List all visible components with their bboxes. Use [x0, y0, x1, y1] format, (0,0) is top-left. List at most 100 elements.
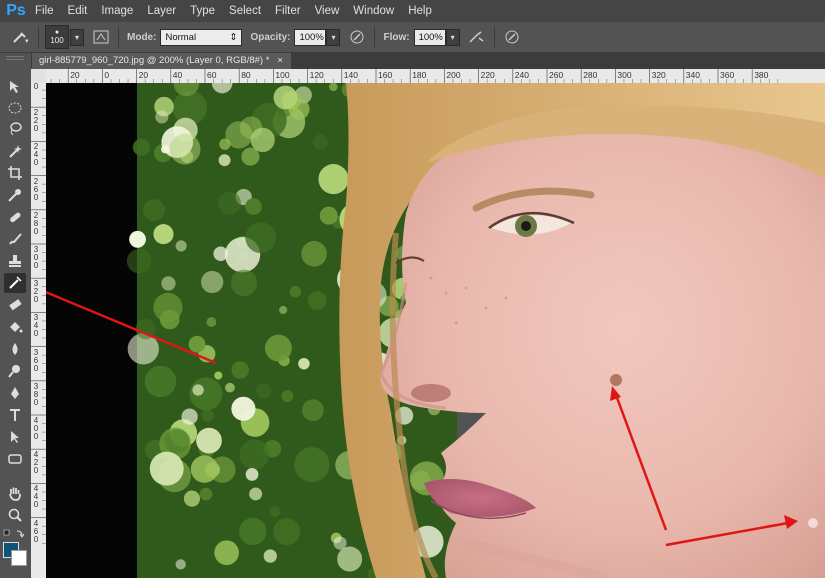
bokeh-highlight [273, 518, 301, 546]
flow-input[interactable]: 100% [413, 28, 446, 46]
background-color-swatch[interactable] [11, 550, 27, 566]
airbrush-button[interactable] [466, 27, 488, 47]
menu-file[interactable]: File [28, 5, 61, 17]
bokeh-highlight [269, 506, 281, 518]
menu-layer[interactable]: Layer [140, 5, 183, 17]
clone-stamp-tool[interactable] [4, 251, 26, 271]
flow-dropdown[interactable]: ▾ [445, 28, 460, 46]
tools-panel [0, 53, 32, 578]
mode-value: Normal [165, 31, 197, 43]
bokeh-highlight [206, 317, 217, 327]
ruler-h-label: 380 [754, 70, 769, 80]
menu-edit[interactable]: Edit [61, 5, 95, 17]
vertical-ruler[interactable]: 2 0 2 2 0 2 4 0 2 6 0 2 8 0 3 0 0 3 2 0 3 4 0 3 … [31, 83, 47, 578]
magic-wand-tool[interactable] [4, 141, 26, 161]
ruler-h-label: 320 [651, 70, 666, 80]
bokeh-highlight [153, 224, 174, 245]
menu-help[interactable]: Help [401, 5, 439, 17]
menu-view[interactable]: View [308, 5, 347, 17]
bokeh-highlight [245, 468, 259, 481]
bokeh-highlight [230, 269, 258, 297]
bokeh-highlight [312, 134, 328, 150]
document-tab[interactable]: girl-885779_960_720.jpg @ 200% (Layer 0,… [31, 53, 291, 69]
tool-preset-picker[interactable]: ▾ [10, 27, 32, 47]
ruler-h-label: 340 [685, 70, 700, 80]
close-tab-icon[interactable]: × [277, 53, 283, 69]
ruler-h-label: 180 [412, 70, 427, 80]
pen-tool[interactable] [4, 383, 26, 403]
rectangle-tool[interactable] [4, 449, 26, 469]
menu-type[interactable]: Type [183, 5, 222, 17]
path-selection-tool[interactable] [4, 427, 26, 447]
crop-tool[interactable] [4, 163, 26, 183]
ruler-v-label: 4 0 0 [33, 416, 39, 441]
menu-select[interactable]: Select [222, 5, 268, 17]
spot-healing-brush-tool[interactable] [4, 273, 26, 293]
opacity-dropdown[interactable]: ▾ [326, 28, 341, 46]
ruler-v-label: 4 4 0 [33, 484, 39, 510]
mode-select[interactable]: Normal ⇕ [160, 28, 243, 46]
paint-bucket-tool[interactable] [4, 317, 26, 337]
brush-panel-toggle[interactable] [90, 27, 112, 47]
eraser-tool[interactable] [4, 295, 26, 315]
blemish-spot [808, 518, 818, 528]
paint-bucket-icon [10, 322, 23, 333]
bokeh-highlight [264, 334, 292, 362]
hand-tool[interactable] [4, 483, 26, 503]
hand-icon [9, 487, 21, 501]
brush-tool[interactable] [4, 229, 26, 249]
ruler-h-label: 280 [583, 70, 598, 80]
opacity-input[interactable]: 100% [294, 28, 327, 46]
brush-size-dropdown[interactable]: ▾ [70, 28, 84, 46]
menu-window[interactable]: Window [346, 5, 401, 17]
bokeh-highlight [263, 549, 277, 563]
color-swatch-controls[interactable] [3, 527, 27, 539]
horizontal-ruler[interactable]: 4020020406080100120140160180200220240260… [46, 69, 825, 84]
pen-icon [11, 387, 19, 399]
ruler-v-label: 2 8 0 [33, 210, 39, 236]
ruler-v-label: 3 8 0 [33, 381, 39, 407]
healing-brush-tool[interactable] [4, 207, 26, 227]
bokeh-highlight [289, 285, 302, 298]
opacity-pressure-button[interactable] [346, 27, 368, 47]
bokeh-highlight [249, 487, 263, 501]
zoom-icon [8, 508, 22, 522]
menu-image[interactable]: Image [94, 5, 140, 17]
bokeh-highlight [225, 382, 235, 393]
bokeh-highlight [155, 110, 169, 124]
type-icon [10, 409, 20, 421]
move-tool[interactable] [4, 77, 26, 97]
marquee-tool[interactable] [4, 98, 26, 118]
dodge-tool[interactable] [4, 361, 26, 381]
brush-size-picker[interactable]: ● 100 [45, 25, 69, 49]
type-tool[interactable] [4, 405, 26, 425]
bokeh-highlight [181, 408, 198, 425]
healing-brush-icon [10, 212, 21, 223]
bokeh-highlight [281, 390, 294, 403]
ruler-h-label: 100 [275, 70, 290, 80]
ruler-h-label: 120 [309, 70, 324, 80]
bokeh-highlight [231, 361, 249, 379]
eraser-icon [9, 299, 22, 311]
eyedropper-tool[interactable] [4, 185, 26, 205]
document-canvas[interactable] [46, 83, 825, 578]
toolbar-grip[interactable] [6, 56, 24, 60]
ruler-v-label: 3 6 0 [33, 347, 39, 373]
magic-wand-icon [9, 145, 22, 158]
blur-tool[interactable] [4, 339, 26, 359]
ruler-h-label: 240 [514, 70, 529, 80]
bokeh-highlight [126, 248, 152, 274]
ruler-origin[interactable] [31, 69, 47, 84]
bokeh-highlight [333, 536, 347, 550]
flow-label: Flow: [383, 31, 410, 43]
lasso-tool[interactable] [4, 119, 26, 139]
photoshop-logo: Ps [6, 2, 26, 19]
marquee-icon [8, 102, 22, 114]
zoom-tool[interactable] [4, 505, 26, 525]
ruler-v-label: 2 6 0 [33, 176, 39, 202]
crop-icon [8, 166, 22, 180]
bokeh-highlight [302, 399, 324, 422]
menu-filter[interactable]: Filter [268, 5, 308, 17]
size-pressure-button[interactable] [501, 27, 523, 47]
ruler-h-label: 140 [343, 70, 358, 80]
